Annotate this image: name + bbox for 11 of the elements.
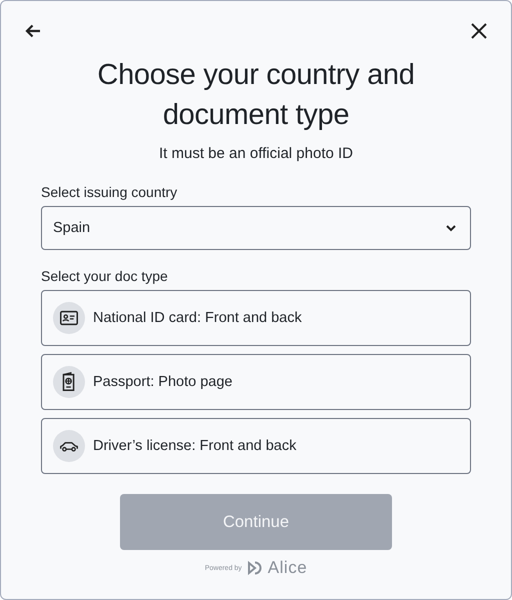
subtitle: It must be an official photo ID xyxy=(158,145,354,162)
document-option[interactable]: National ID card: Front and back xyxy=(41,290,471,346)
logo-icon xyxy=(246,560,263,576)
document-option[interactable]: Passport: Photo page xyxy=(41,354,471,410)
field-label: Select issuing country xyxy=(41,184,178,200)
field-label: Select your doc type xyxy=(41,268,169,284)
close-icon[interactable] xyxy=(469,21,489,41)
brand-name: Alice xyxy=(268,558,308,578)
document-option[interactable]: Driver’s license: Front and back xyxy=(41,418,471,474)
page-title: Choose your country and document type xyxy=(96,58,416,133)
country-dropdown[interactable]: Spain xyxy=(41,206,471,250)
